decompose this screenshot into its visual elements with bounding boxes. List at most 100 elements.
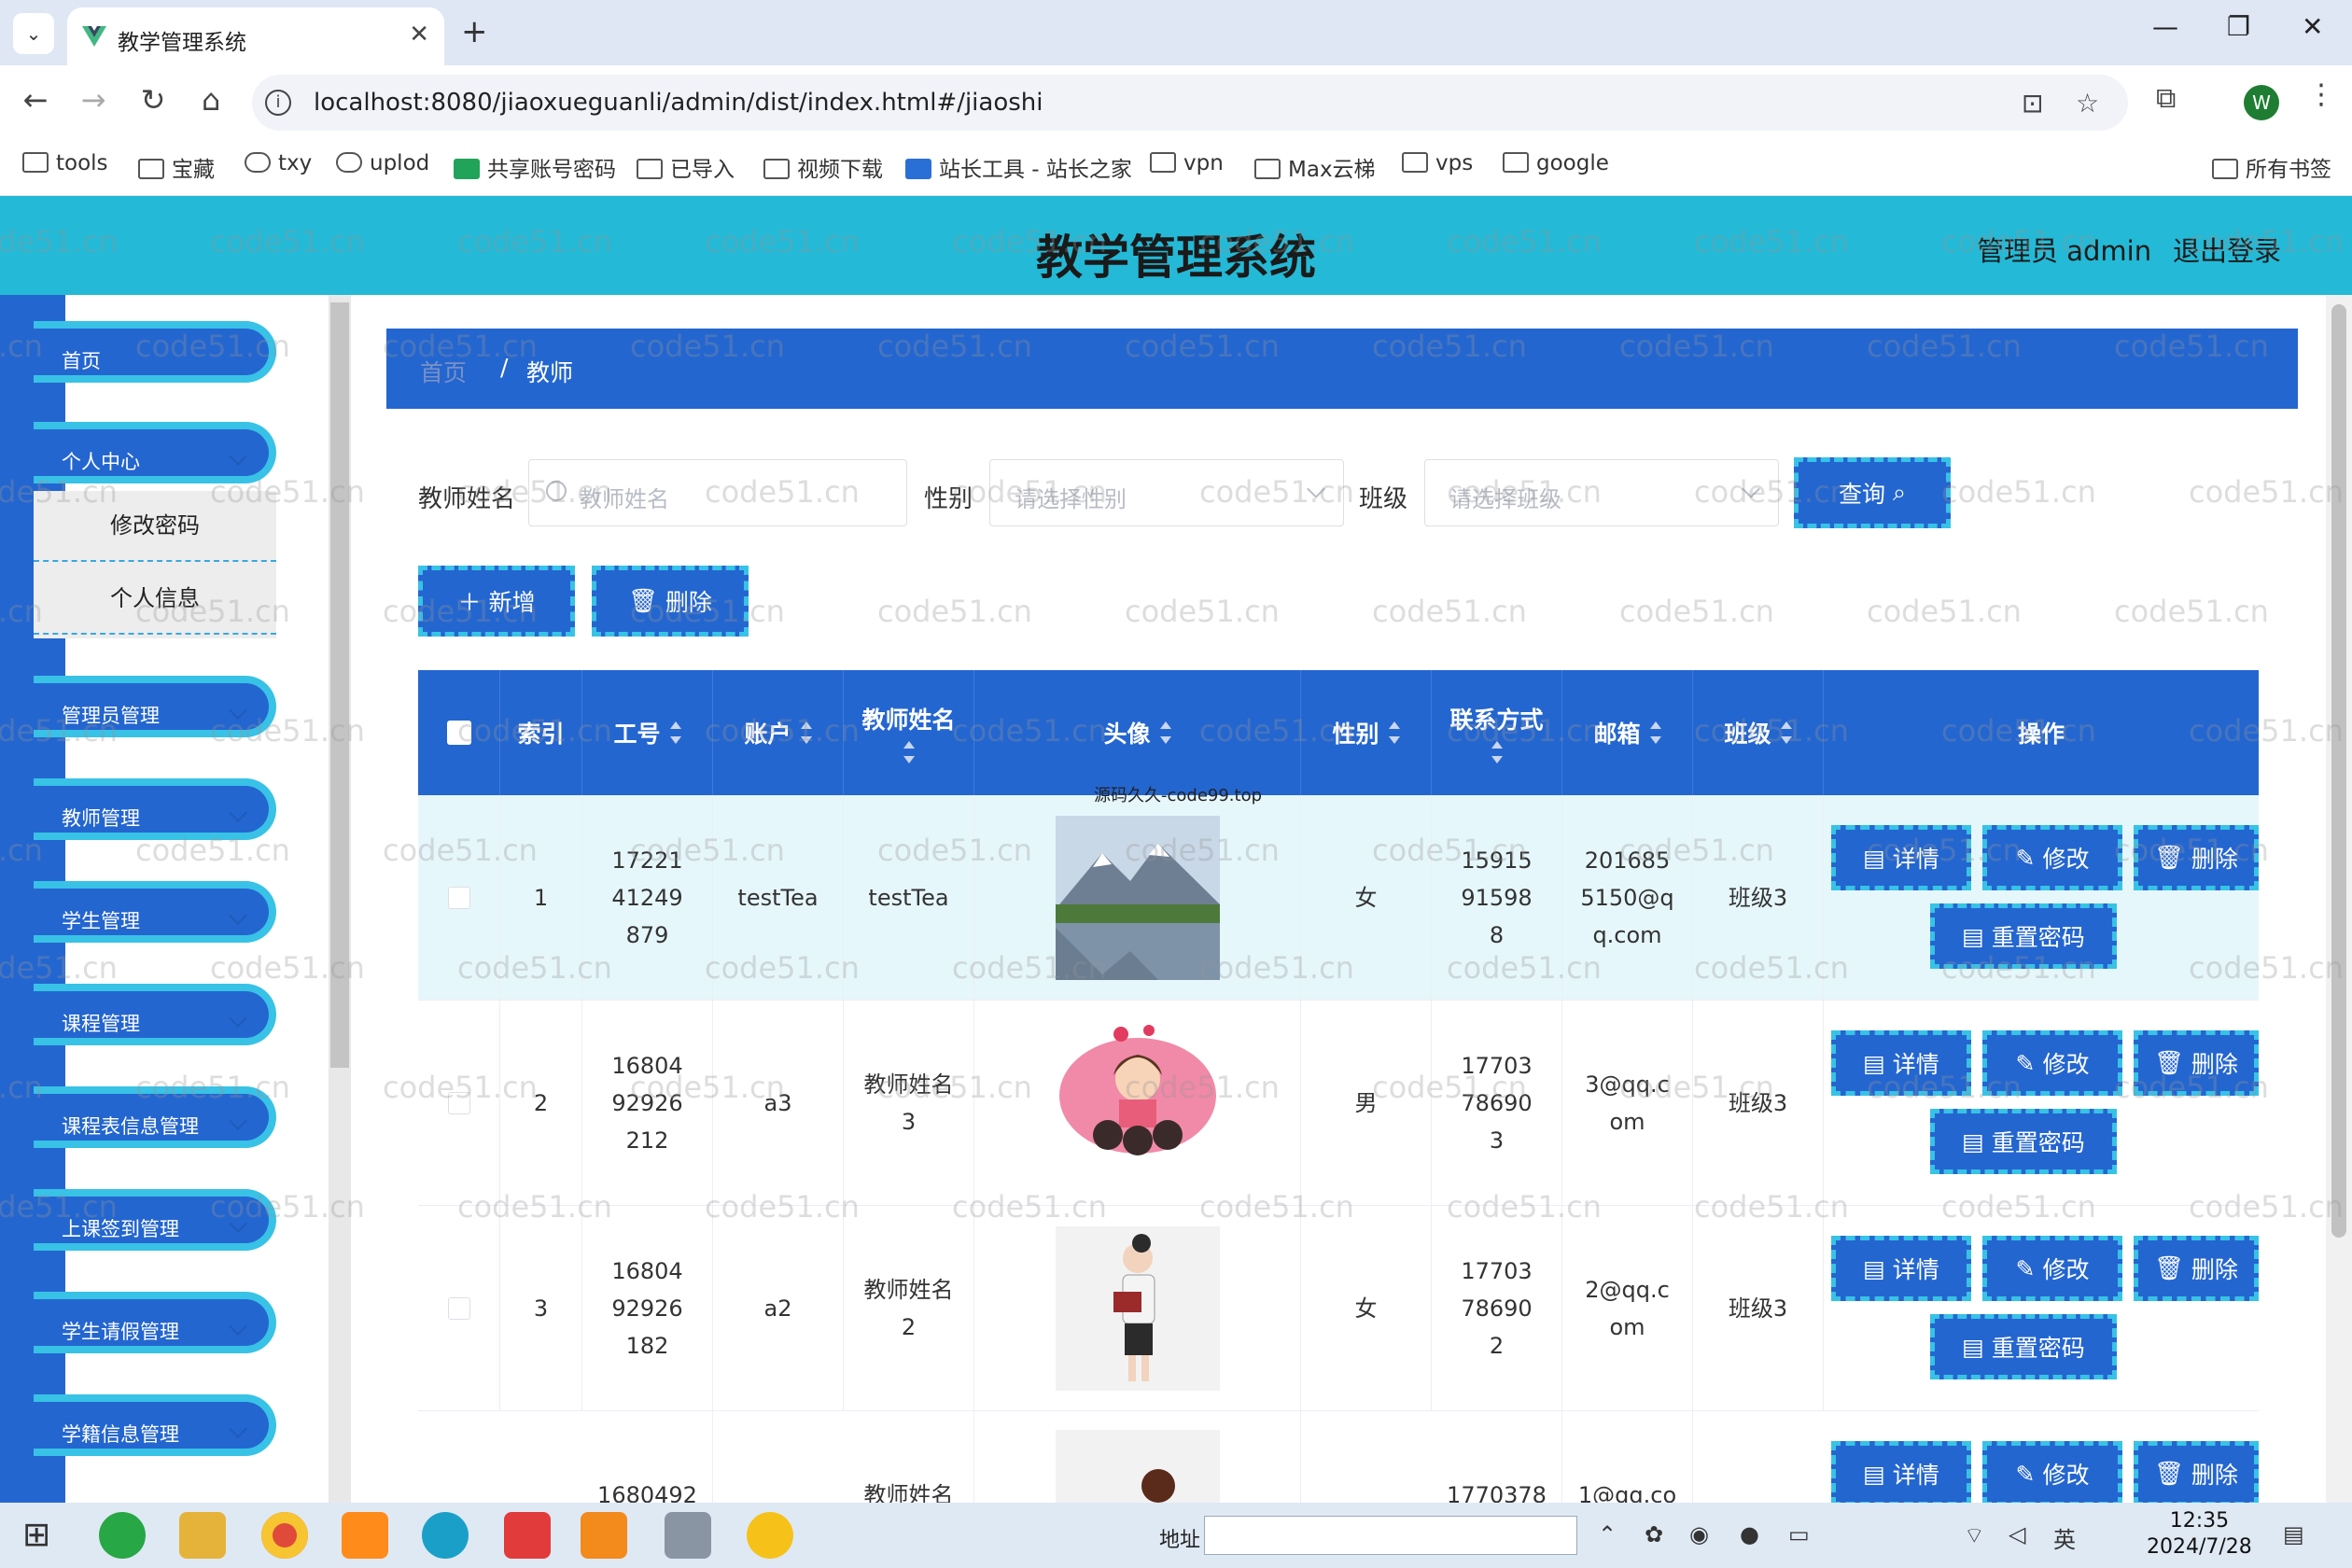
col-email[interactable]: 邮箱	[1562, 670, 1693, 795]
submenu-change-password[interactable]: 修改密码	[34, 491, 276, 562]
delete-button[interactable]: 🗑 删除	[2134, 1236, 2259, 1301]
app-icon-browser-green[interactable]	[99, 1512, 146, 1559]
select-all-checkbox[interactable]	[446, 721, 471, 745]
windows-start-icon[interactable]: ⊞	[22, 1516, 50, 1554]
bookmark-item[interactable]: vps	[1402, 151, 1473, 175]
edit-button[interactable]: ✎ 修改	[1982, 1441, 2122, 1503]
new-tab-button[interactable]: +	[461, 13, 488, 50]
col-phone[interactable]: 联系方式	[1432, 670, 1562, 795]
delete-button[interactable]: 🗑 删除	[2134, 825, 2259, 890]
tray-expand-icon[interactable]: ⌃	[1598, 1521, 1617, 1547]
url-bar[interactable]: i localhost:8080/jiaoxueguanli/admin/dis…	[252, 75, 2128, 131]
col-name[interactable]: 教师姓名	[844, 670, 974, 795]
browser-tab[interactable]: 教学管理系统 ✕	[67, 7, 444, 65]
intellij-icon[interactable]	[581, 1512, 627, 1559]
screenshot-icon[interactable]: ⊡	[2022, 88, 2043, 119]
bookmark-item[interactable]: Max云梯	[1254, 151, 1376, 183]
bookmark-star-icon[interactable]: ☆	[2076, 88, 2099, 119]
clock[interactable]: 12:35 2024/7/28	[2147, 1508, 2252, 1561]
extensions-icon[interactable]: ⧉	[2156, 82, 2176, 115]
col-avatar[interactable]: 头像	[974, 670, 1301, 795]
delete-button[interactable]: 🗑 删除	[2134, 1030, 2259, 1096]
sidebar-item-personal-center[interactable]: 个人中心	[34, 422, 276, 483]
tab-close-icon[interactable]: ✕	[409, 21, 429, 49]
query-button[interactable]: 查询 ⌕	[1794, 457, 1951, 528]
reset-password-button[interactable]: ▤ 重置密码	[1930, 903, 2117, 969]
page-scrollbar[interactable]	[2326, 295, 2352, 1503]
sidebar-item-leave[interactable]: 学生请假管理	[34, 1292, 276, 1353]
scrollbar-thumb[interactable]	[330, 302, 349, 1068]
bookmark-item[interactable]: 已导入	[637, 151, 735, 183]
bookmark-item[interactable]: 共享账号密码	[454, 151, 616, 183]
col-class[interactable]: 班级	[1693, 670, 1824, 795]
row-checkbox[interactable]	[447, 1092, 470, 1114]
detail-button[interactable]: ▤ 详情	[1831, 1030, 1971, 1096]
home-icon[interactable]: ⌂	[192, 82, 230, 118]
sidebar-item-home[interactable]: 首页	[34, 321, 276, 383]
row-checkbox[interactable]	[447, 1297, 470, 1320]
table-row[interactable]: 1 1722141249879 testTea testTea 女 159159…	[418, 795, 2259, 1001]
notification-icon[interactable]: ▤	[2283, 1521, 2304, 1547]
bookmark-item[interactable]: 宝藏	[138, 151, 215, 183]
sort-icon[interactable]	[669, 721, 681, 744]
edge-icon[interactable]	[422, 1512, 469, 1559]
app-icon-yellow[interactable]	[747, 1512, 793, 1559]
tray-wechat-icon[interactable]: ◉	[1689, 1521, 1709, 1547]
wps-icon[interactable]	[504, 1512, 551, 1559]
submenu-personal-info[interactable]: 个人信息	[34, 564, 276, 635]
teacher-name-input[interactable]: 教师姓名	[528, 459, 907, 526]
window-close-button[interactable]: ✕	[2302, 11, 2323, 42]
batch-delete-button[interactable]: 🗑 删除	[592, 566, 749, 637]
sublime-icon[interactable]	[342, 1512, 388, 1559]
detail-button[interactable]: ▤ 详情	[1831, 825, 1971, 890]
col-account[interactable]: 账户	[713, 670, 844, 795]
sidebar-item-teacher[interactable]: 教师管理	[34, 778, 276, 840]
table-row[interactable]: 2 1680492926212 a3 教师姓名3 男 17703786903 3…	[418, 1001, 2259, 1206]
chrome-icon[interactable]	[261, 1512, 308, 1559]
sort-icon[interactable]	[903, 741, 915, 763]
ime-indicator[interactable]: 英	[2053, 1521, 2076, 1554]
sort-icon[interactable]	[800, 721, 812, 744]
logout-link[interactable]: 退出登录	[2173, 230, 2281, 269]
reset-password-button[interactable]: ▤ 重置密码	[1930, 1109, 2117, 1174]
scrollbar-thumb[interactable]	[2331, 304, 2346, 1238]
sidebar-item-admin[interactable]: 管理员管理	[34, 676, 276, 737]
file-explorer-icon[interactable]	[179, 1512, 226, 1559]
col-gender[interactable]: 性别	[1301, 670, 1432, 795]
sort-icon[interactable]	[1780, 721, 1792, 744]
bookmark-item[interactable]: vpn	[1150, 151, 1224, 175]
wifi-icon[interactable]: ⌔	[1964, 1521, 1985, 1549]
row-checkbox[interactable]	[447, 887, 470, 909]
forward-icon[interactable]: →	[75, 82, 112, 118]
delete-button[interactable]: 🗑 删除	[2134, 1441, 2259, 1503]
col-id[interactable]: 工号	[582, 670, 713, 795]
sidebar-item-attendance[interactable]: 上课签到管理	[34, 1189, 276, 1251]
sort-icon[interactable]	[1649, 721, 1661, 744]
bookmark-item[interactable]: 视频下载	[763, 151, 883, 183]
bookmark-item[interactable]: 站长工具 - 站长之家	[905, 151, 1132, 183]
minimize-button[interactable]: —	[2152, 11, 2178, 42]
sidebar-item-enrollment[interactable]: 学籍信息管理	[34, 1394, 276, 1456]
edit-button[interactable]: ✎ 修改	[1982, 1236, 2122, 1301]
more-menu-icon[interactable]: ⋮	[2307, 78, 2335, 111]
bookmark-item[interactable]: google	[1503, 151, 1609, 175]
address-toolbar-input[interactable]	[1204, 1516, 1577, 1555]
tray-chat-icon[interactable]: ●	[1740, 1521, 1759, 1547]
class-select[interactable]: 请选择班级	[1424, 459, 1779, 526]
tab-list-button[interactable]: ⌄	[13, 13, 54, 54]
sidebar-item-course[interactable]: 课程管理	[34, 984, 276, 1045]
sidebar-item-timetable[interactable]: 课程表信息管理	[34, 1086, 276, 1148]
sidebar-scrollbar[interactable]	[329, 295, 351, 1503]
sort-icon[interactable]	[1159, 721, 1171, 744]
remote-desktop-icon[interactable]	[665, 1512, 711, 1559]
tray-app-icon[interactable]: ✿	[1645, 1521, 1663, 1547]
sort-icon[interactable]	[1491, 741, 1503, 763]
table-row[interactable]: 1680492 教师姓名 1770378 1@qq.co ▤ 详情 ✎ 修改 🗑 删除	[418, 1411, 2259, 1503]
profile-avatar[interactable]: W	[2244, 85, 2279, 120]
tray-battery-icon[interactable]: ▭	[1788, 1521, 1810, 1547]
breadcrumb-home[interactable]: 首页	[420, 355, 467, 388]
bookmark-item[interactable]: tools	[22, 151, 108, 175]
bookmark-item[interactable]: uplod	[336, 151, 429, 175]
site-info-icon[interactable]: i	[265, 90, 291, 116]
reset-password-button[interactable]: ▤ 重置密码	[1930, 1314, 2117, 1379]
